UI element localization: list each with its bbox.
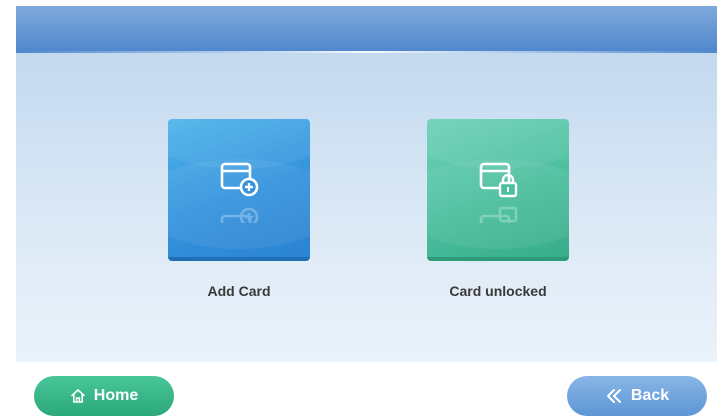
- back-button-label: Back: [630, 387, 670, 404]
- home-icon: [70, 388, 86, 404]
- card-plus-icon-reflection: [218, 203, 260, 223]
- main-panel: Add Card Card unlocked: [16, 53, 717, 362]
- card-lock-icon-reflection: [477, 203, 519, 223]
- card-plus-icon: [218, 159, 260, 201]
- screen: Add Card Card unlocked Home Back: [0, 0, 717, 420]
- double-chevron-left-icon: [605, 388, 623, 404]
- back-button[interactable]: Back: [567, 376, 707, 416]
- add-card-label: Add Card: [207, 283, 271, 299]
- header-bar: [16, 6, 717, 53]
- card-unlocked-label: Card unlocked: [449, 283, 547, 299]
- home-button[interactable]: Home: [34, 376, 174, 416]
- add-card-tile[interactable]: [168, 119, 310, 261]
- card-lock-icon: [477, 159, 519, 201]
- home-button-label: Home: [93, 387, 139, 404]
- card-unlocked-tile[interactable]: [427, 119, 569, 261]
